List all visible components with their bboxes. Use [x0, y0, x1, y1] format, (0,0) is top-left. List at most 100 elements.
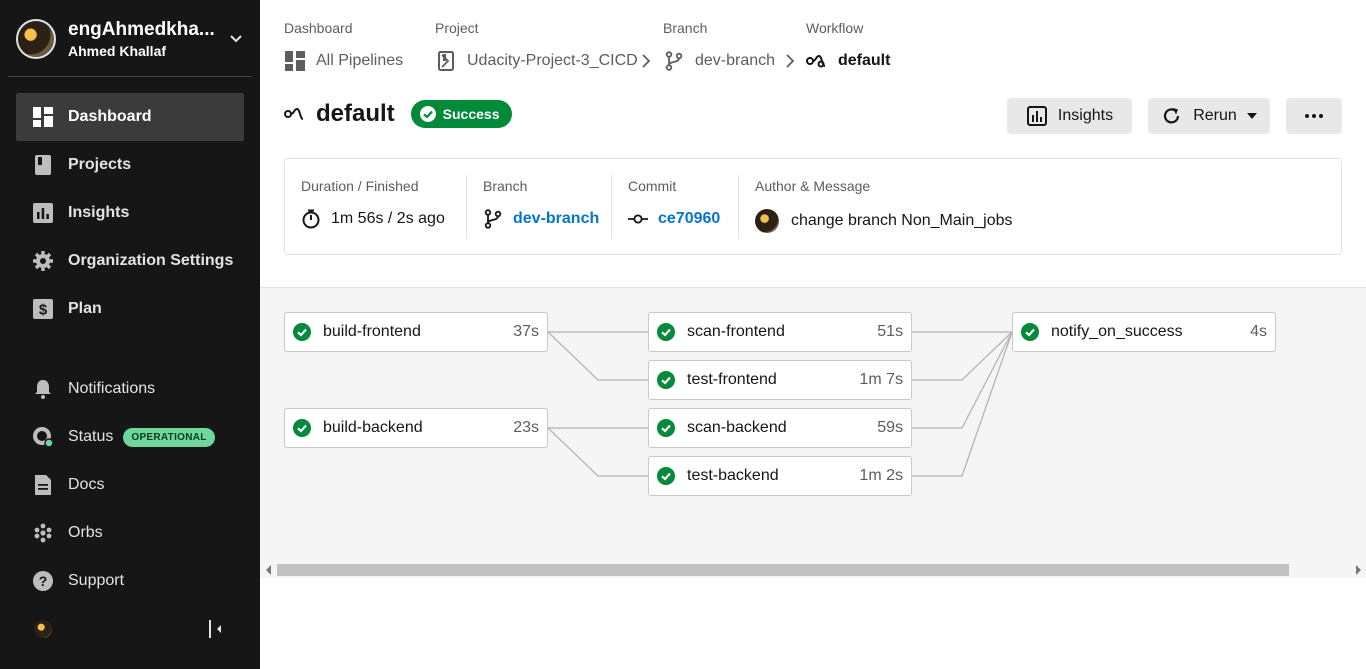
- branch-label: Branch: [483, 178, 528, 194]
- insights-button[interactable]: Insights: [1007, 98, 1132, 134]
- job-duration: 23s: [513, 419, 539, 436]
- job-name: test-backend: [687, 467, 779, 484]
- job-scan-frontend[interactable]: scan-frontend 51s: [648, 312, 912, 352]
- author-avatar: [755, 209, 779, 233]
- sidebar-item-dashboard[interactable]: Dashboard: [16, 93, 244, 141]
- more-options-button[interactable]: [1286, 98, 1342, 134]
- scroll-left-arrow[interactable]: [265, 565, 273, 575]
- collapse-sidebar-icon[interactable]: [206, 618, 226, 640]
- bell-icon: [32, 378, 54, 400]
- refresh-icon: [1161, 105, 1183, 127]
- divider: [8, 76, 252, 77]
- sidebar-item-plan[interactable]: $ Plan: [16, 285, 244, 333]
- job-name: build-backend: [323, 419, 423, 436]
- breadcrumb-value: Udacity-Project-3_CICD: [435, 50, 638, 72]
- job-name: scan-backend: [687, 419, 787, 436]
- sidebar-item-label: Dashboard: [68, 108, 152, 125]
- job-build-frontend[interactable]: build-frontend 37s: [284, 312, 548, 352]
- check-circle-icon: [657, 323, 675, 341]
- sidebar-item-notifications[interactable]: Notifications: [16, 365, 244, 413]
- user-full-name: Ahmed Khallaf: [68, 43, 167, 59]
- rerun-button[interactable]: Rerun: [1148, 98, 1270, 134]
- caret-down-icon: [1246, 113, 1257, 119]
- sidebar-item-insights[interactable]: Insights: [16, 189, 244, 237]
- help-icon: ?: [32, 570, 54, 592]
- status-gauge-icon: [32, 426, 54, 448]
- scrollbar-thumb[interactable]: [277, 564, 1289, 576]
- author-message: change branch Non_Main_jobs: [755, 209, 1012, 233]
- insights-icon: [1026, 105, 1048, 127]
- sidebar-item-label: Notifications: [68, 380, 156, 397]
- chevron-down-icon[interactable]: [226, 29, 246, 49]
- breadcrumb-value: default: [806, 50, 890, 72]
- workflow-graph: build-frontend 37s build-backend 23s sca…: [260, 287, 1366, 578]
- job-duration: 51s: [877, 323, 903, 340]
- dashboard-icon: [284, 50, 306, 72]
- branch-value: dev-branch: [483, 209, 599, 229]
- project-icon: [435, 50, 457, 72]
- gear-icon: [32, 250, 54, 272]
- operational-badge: OPERATIONAL: [123, 427, 215, 447]
- author-label: Author & Message: [755, 178, 871, 194]
- breadcrumb-branch[interactable]: Branch dev-branch: [663, 20, 775, 71]
- job-duration: 4s: [1250, 323, 1267, 340]
- breadcrumb-label: Project: [435, 20, 479, 36]
- sidebar-item-label: Plan: [68, 300, 102, 317]
- sidebar-item-label: Organization Settings: [68, 252, 234, 269]
- job-test-frontend[interactable]: test-frontend 1m 7s: [648, 360, 912, 400]
- duration-label: Duration / Finished: [301, 178, 419, 194]
- commit-link[interactable]: ce70960: [658, 210, 720, 228]
- check-circle-icon: [657, 419, 675, 437]
- job-duration: 1m 2s: [859, 467, 903, 484]
- timer-icon: [301, 209, 321, 229]
- avatar[interactable]: [34, 620, 52, 638]
- sidebar-item-label: Docs: [68, 476, 105, 493]
- status-badge: Success: [410, 100, 512, 128]
- sidebar-item-support[interactable]: ? Support: [16, 557, 244, 605]
- check-circle-icon: [657, 371, 675, 389]
- sidebar-item-orbs[interactable]: Orbs: [16, 509, 244, 557]
- job-notify-on-success[interactable]: notify_on_success 4s: [1012, 312, 1276, 352]
- job-scan-backend[interactable]: scan-backend 59s: [648, 408, 912, 448]
- commit-message: change branch Non_Main_jobs: [791, 212, 1013, 229]
- check-circle-icon: [293, 323, 311, 341]
- job-test-backend[interactable]: test-backend 1m 2s: [648, 456, 912, 496]
- git-branch-icon: [663, 50, 685, 72]
- commit-label: Commit: [628, 178, 677, 194]
- check-circle-icon: [419, 106, 436, 122]
- sidebar-item-label: Status: [68, 428, 114, 445]
- sidebar-item-label: Projects: [68, 156, 132, 173]
- breadcrumb-label: Branch: [663, 20, 708, 36]
- breadcrumb-dashboard[interactable]: Dashboard All Pipelines: [284, 20, 403, 71]
- job-duration: 1m 7s: [859, 371, 903, 388]
- sidebar-item-organization-settings[interactable]: Organization Settings: [16, 237, 244, 285]
- sidebar-item-docs[interactable]: Docs: [16, 461, 244, 509]
- branch-link[interactable]: dev-branch: [513, 210, 599, 228]
- check-circle-icon: [657, 467, 675, 485]
- commit-value: ce70960: [628, 209, 720, 229]
- horizontal-scrollbar[interactable]: [260, 562, 1366, 578]
- breadcrumb-project[interactable]: Project: [435, 20, 479, 36]
- scroll-right-arrow[interactable]: [1354, 565, 1362, 575]
- job-duration: 59s: [877, 419, 903, 436]
- duration-section: Duration / Finished 1m 56s / 2s ago: [301, 175, 461, 239]
- sidebar-item-status[interactable]: Status OPERATIONAL: [16, 413, 244, 461]
- commit-icon: [628, 209, 648, 229]
- sidebar-item-projects[interactable]: Projects: [16, 141, 244, 189]
- projects-icon: [32, 154, 54, 176]
- check-circle-icon: [293, 419, 311, 437]
- workflow-icon: [806, 50, 828, 72]
- breadcrumb-label: Workflow: [806, 20, 864, 36]
- job-name: notify_on_success: [1051, 323, 1183, 340]
- sidebar-item-label: Insights: [68, 204, 130, 221]
- breadcrumb-value: dev-branch: [663, 50, 775, 72]
- user-menu[interactable]: engAhmedkha... Ahmed Khallaf: [16, 17, 252, 61]
- dashboard-icon: [32, 106, 54, 128]
- more-horizontal-icon: [1305, 114, 1323, 118]
- insights-icon: [32, 202, 54, 224]
- breadcrumb-workflow[interactable]: Workflow default: [806, 20, 890, 69]
- job-build-backend[interactable]: build-backend 23s: [284, 408, 548, 448]
- job-duration: 37s: [513, 323, 539, 340]
- git-branch-icon: [483, 209, 503, 229]
- sidebar-item-label: Orbs: [68, 524, 103, 541]
